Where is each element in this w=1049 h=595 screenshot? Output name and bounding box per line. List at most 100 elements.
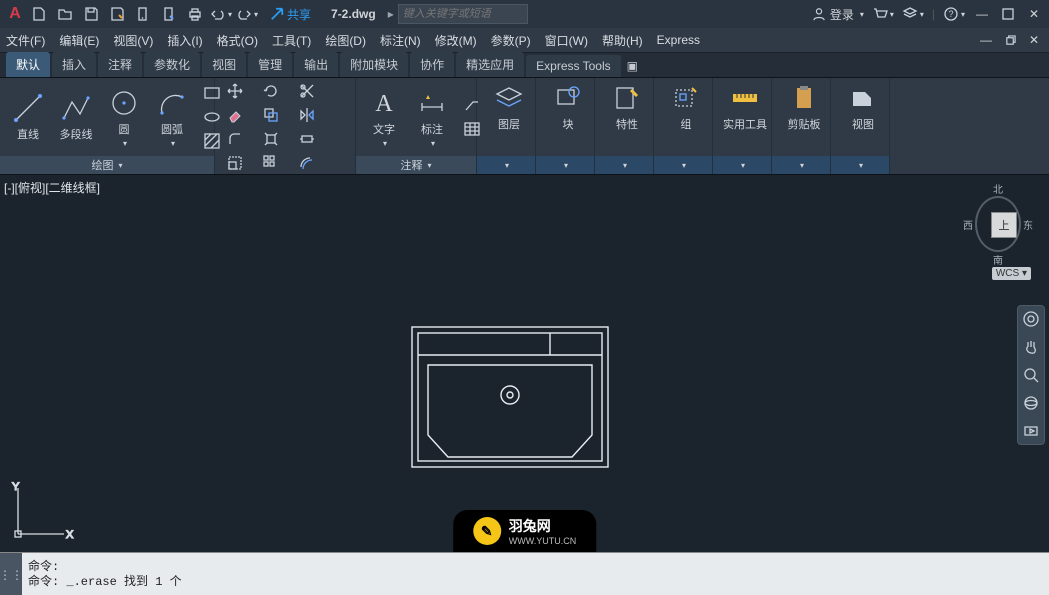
doc-restore-button[interactable] — [1001, 31, 1019, 49]
panel-groups[interactable]: 组 ▾ — [654, 78, 713, 174]
minimize-button[interactable]: — — [973, 5, 991, 23]
viewcube[interactable]: 北 西 上 东 南 — [963, 181, 1033, 267]
copy-button[interactable] — [257, 104, 285, 126]
panel-layers[interactable]: 图层 ▾ — [477, 78, 536, 174]
viewcube-top-face[interactable]: 上 — [991, 212, 1017, 238]
menu-draw[interactable]: 绘图(D) — [325, 32, 366, 49]
close-button[interactable]: ✕ — [1025, 5, 1043, 23]
open-icon[interactable] — [54, 3, 76, 25]
viewport-label[interactable]: [-][俯视][二维线框] — [4, 179, 100, 196]
doc-min-button[interactable]: — — [977, 31, 995, 49]
scale-button[interactable] — [221, 152, 249, 174]
doc-close-button[interactable]: ✕ — [1025, 31, 1043, 49]
menu-express[interactable]: Express — [657, 33, 700, 47]
chevron-down-icon: ▾ — [171, 139, 175, 148]
search-input[interactable] — [398, 4, 528, 24]
doc-window-controls: — ✕ — [977, 31, 1043, 49]
panel-blocks[interactable]: 块 ▾ — [536, 78, 595, 174]
fillet-button[interactable] — [221, 128, 249, 150]
text-button[interactable]: A文字▾ — [362, 85, 406, 150]
menu-window[interactable]: 窗口(W) — [545, 32, 588, 49]
panel-annotate: A文字▾ 标注▾ 注释▾ — [356, 78, 477, 174]
line-button[interactable]: 直线 — [6, 90, 50, 144]
app-logo-icon: A — [6, 5, 24, 23]
help-icon[interactable]: ?▾ — [943, 3, 965, 25]
web-open-icon[interactable] — [132, 3, 154, 25]
wcs-badge[interactable]: WCS ▾ — [992, 267, 1031, 280]
ribbon-tabs: 默认 插入 注释 参数化 视图 管理 输出 附加模块 协作 精选应用 Expre… — [0, 53, 1049, 78]
menu-view[interactable]: 视图(V) — [113, 32, 153, 49]
tab-annotate[interactable]: 注释 — [98, 52, 142, 77]
navigation-bar — [1017, 305, 1045, 445]
tab-manage[interactable]: 管理 — [248, 52, 292, 77]
tab-collab[interactable]: 协作 — [410, 52, 454, 77]
chevron-down-icon: ▾ — [123, 139, 127, 148]
tab-default[interactable]: 默认 — [6, 52, 50, 77]
tab-output[interactable]: 输出 — [294, 52, 338, 77]
viewcube-north: 北 — [963, 181, 1033, 196]
menu-tools[interactable]: 工具(T) — [272, 32, 311, 49]
arc-button[interactable]: 圆弧▾ — [150, 85, 194, 150]
dimension-button[interactable]: 标注▾ — [410, 85, 454, 150]
offset-button[interactable] — [293, 152, 321, 174]
menu-bar: 文件(F) 编辑(E) 视图(V) 插入(I) 格式(O) 工具(T) 绘图(D… — [0, 28, 1049, 53]
tab-view[interactable]: 视图 — [202, 52, 246, 77]
panel-draw: 直线 多段线 圆▾ 圆弧▾ 绘图▾ — [0, 78, 215, 174]
explode-button[interactable] — [257, 128, 285, 150]
menu-edit[interactable]: 编辑(E) — [59, 32, 99, 49]
tab-featured[interactable]: 精选应用 — [456, 52, 524, 77]
polyline-button[interactable]: 多段线 — [54, 90, 98, 144]
tab-insert[interactable]: 插入 — [52, 52, 96, 77]
account-button[interactable]: 登录 ▾ — [812, 6, 864, 23]
rotate-button[interactable] — [257, 80, 285, 102]
showmotion-icon[interactable] — [1022, 422, 1040, 440]
tab-focus-icon[interactable]: ▣ — [623, 55, 642, 77]
mirror-button[interactable] — [293, 104, 321, 126]
orbit-icon[interactable] — [1022, 394, 1040, 412]
move-button[interactable] — [221, 80, 249, 102]
app-store-icon[interactable]: ▾ — [902, 3, 924, 25]
viewcube-south: 南 — [963, 252, 1033, 267]
undo-icon[interactable]: ▾ — [210, 3, 232, 25]
pan-icon[interactable] — [1022, 338, 1040, 356]
tab-express[interactable]: Express Tools — [526, 55, 620, 77]
print-icon[interactable] — [184, 3, 206, 25]
panel-utilities[interactable]: 实用工具 ▾ — [713, 78, 772, 174]
circle-button[interactable]: 圆▾ — [102, 85, 146, 150]
menu-param[interactable]: 参数(P) — [491, 32, 531, 49]
tab-addins[interactable]: 附加模块 — [340, 52, 408, 77]
panel-view[interactable]: 视图 ▾ — [831, 78, 890, 174]
cmdline-handle-icon[interactable]: ⋮⋮ — [0, 553, 22, 595]
watermark-logo-icon: ✎ — [473, 517, 501, 545]
login-label: 登录 — [830, 6, 854, 23]
svg-text:A: A — [375, 91, 393, 117]
menu-dim[interactable]: 标注(N) — [380, 32, 421, 49]
menu-insert[interactable]: 插入(I) — [167, 32, 202, 49]
svg-text:Y: Y — [12, 481, 20, 493]
menu-file[interactable]: 文件(F) — [6, 32, 45, 49]
panel-properties[interactable]: 特性 ▾ — [595, 78, 654, 174]
drawing-canvas[interactable]: [-][俯视][二维线框] Y X 北 西 上 东 南 WCS ▾ — [0, 175, 1049, 552]
save-icon[interactable] — [80, 3, 102, 25]
redo-icon[interactable]: ▾ — [236, 3, 258, 25]
erase-button[interactable] — [221, 104, 249, 126]
ucs-icon: Y X — [6, 476, 76, 546]
web-save-icon[interactable] — [158, 3, 180, 25]
stretch-button[interactable] — [293, 128, 321, 150]
command-line[interactable]: ⋮⋮ 命令: 命令: _.erase 找到 1 个 — [0, 552, 1049, 595]
new-icon[interactable] — [28, 3, 50, 25]
panel-clipboard[interactable]: 剪贴板 ▾ — [772, 78, 831, 174]
menu-format[interactable]: 格式(O) — [217, 32, 258, 49]
zoom-extents-icon[interactable] — [1022, 366, 1040, 384]
steering-wheel-icon[interactable] — [1022, 310, 1040, 328]
saveas-icon[interactable] — [106, 3, 128, 25]
menu-help[interactable]: 帮助(H) — [602, 32, 643, 49]
tab-parametric[interactable]: 参数化 — [144, 52, 200, 77]
filename-label: 7-2.dwg — [331, 7, 376, 21]
trim-button[interactable] — [293, 80, 321, 102]
share-button[interactable]: 共享 — [270, 6, 311, 23]
menu-modify[interactable]: 修改(M) — [435, 32, 477, 49]
array-button[interactable] — [257, 152, 285, 174]
cart-icon[interactable]: ▾ — [872, 3, 894, 25]
maximize-button[interactable] — [999, 5, 1017, 23]
